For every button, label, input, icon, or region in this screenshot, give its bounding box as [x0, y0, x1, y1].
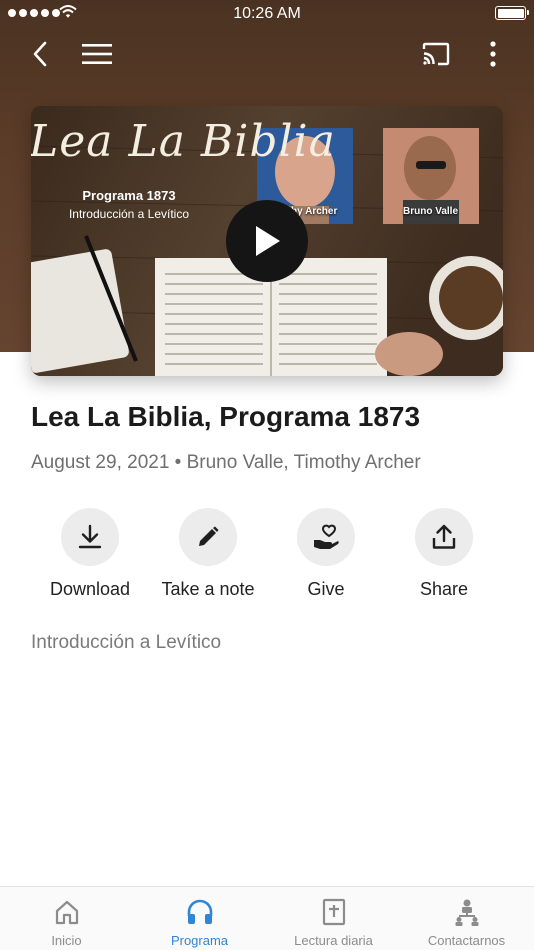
back-button[interactable] — [22, 36, 58, 72]
home-icon — [55, 900, 78, 925]
status-time: 10:26 AM — [233, 5, 301, 22]
take-a-note-label: Take a note — [161, 579, 255, 599]
download-button[interactable]: Download — [31, 508, 149, 600]
share-label: Share — [419, 579, 469, 599]
take-a-note-button[interactable]: Take a note — [149, 508, 267, 600]
cast-icon — [422, 42, 450, 66]
play-icon — [256, 226, 280, 256]
chevron-left-icon — [33, 41, 47, 67]
give-button[interactable]: Give — [267, 508, 385, 600]
tab-programa[interactable]: Programa — [133, 887, 266, 950]
hamburger-icon — [82, 44, 112, 64]
play-button[interactable] — [226, 200, 308, 282]
thumbnail-program: Programa 1873 — [82, 188, 176, 203]
thumbnail-title: Lea La Biblia — [31, 116, 336, 167]
more-vertical-icon — [490, 41, 496, 67]
tab-contactarnos[interactable]: Contactarnos — [400, 887, 533, 950]
share-button-circle — [415, 508, 473, 566]
headphones-icon — [187, 899, 212, 924]
episode-actions: Download Take a note Give Share — [31, 508, 503, 608]
bottom-tab-bar: Inicio Programa Lectura diaria Contactar… — [0, 886, 534, 950]
share-button[interactable]: Share — [385, 508, 503, 600]
video-player[interactable]: Lea La Biblia Programa 1873 Introducción… — [31, 106, 503, 376]
cast-button[interactable] — [416, 36, 456, 72]
download-icon — [78, 524, 102, 549]
share-icon — [432, 524, 456, 549]
tab-inicio[interactable]: Inicio — [0, 887, 133, 950]
episode-meta: August 29, 2021 • Bruno Valle, Timothy A… — [31, 452, 421, 473]
give-button-circle — [297, 508, 355, 566]
tab-inicio-label: Inicio — [51, 933, 82, 948]
episode-title: Lea La Biblia, Programa 1873 — [31, 401, 421, 432]
pencil-icon — [199, 526, 219, 546]
tab-lectura-diaria[interactable]: Lectura diaria — [267, 887, 400, 950]
episode-description: Introducción a Levítico — [31, 632, 222, 653]
give-label: Give — [307, 579, 345, 599]
download-label: Download — [49, 579, 131, 599]
more-options-button[interactable] — [478, 36, 508, 72]
org-chart-icon — [455, 899, 478, 926]
take-a-note-button-circle — [179, 508, 237, 566]
download-button-circle — [61, 508, 119, 566]
thumbnail-host-2: Bruno Valle — [403, 206, 459, 217]
tab-contactarnos-label: Contactarnos — [427, 933, 506, 948]
battery-icon — [495, 6, 529, 20]
thumbnail-program-subtitle: Introducción a Levítico — [68, 207, 190, 221]
bible-icon — [322, 898, 345, 926]
menu-button[interactable] — [78, 36, 116, 72]
tab-programa-label: Programa — [170, 933, 229, 948]
status-bar: 10:26 AM — [0, 0, 534, 26]
tab-lectura-diaria-label: Lectura diaria — [294, 933, 373, 948]
give-heart-hand-icon — [314, 524, 339, 549]
